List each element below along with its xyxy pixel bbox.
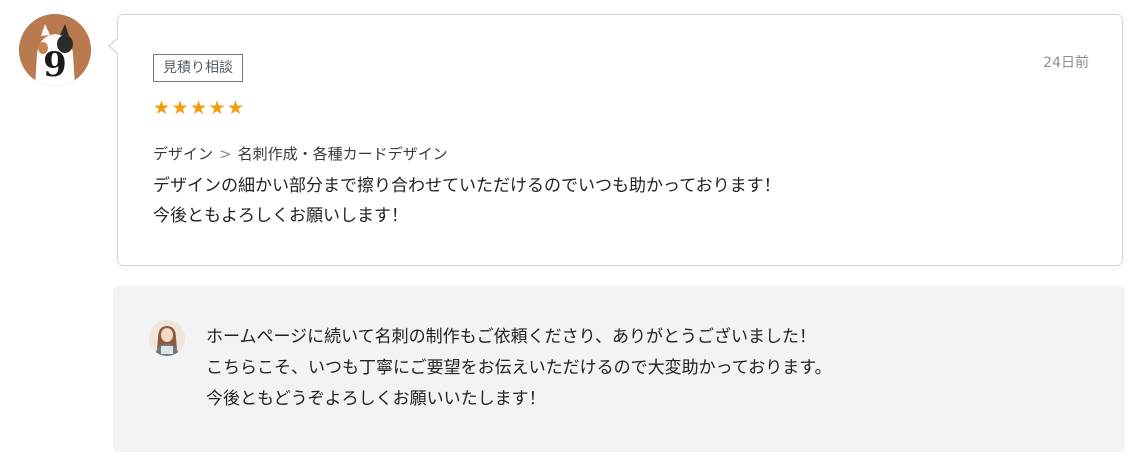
speech-arrow-fill	[110, 37, 120, 55]
review-comment: デザインの細かい部分まで擦り合わせていただけるのでいつも助かっております！ 今後…	[153, 171, 781, 231]
avatar-digit: 9	[43, 45, 67, 85]
star-icon: ★	[227, 97, 245, 119]
reviewer-avatar[interactable]: 9	[19, 14, 91, 86]
seller-reply-box: ホームページに続いて名刺の制作もご依頼くださり、ありがとうございました！ こちら…	[113, 286, 1125, 452]
star-rating: ★ ★ ★ ★ ★	[153, 97, 246, 119]
breadcrumb-separator: >	[219, 145, 232, 163]
review-comment-line: 今後ともよろしくお願いします！	[153, 206, 408, 226]
reply-line: ホームページに続いて名刺の制作もご依頼くださり、ありがとうございました！	[206, 327, 816, 347]
star-icon: ★	[171, 97, 189, 119]
star-icon: ★	[153, 97, 171, 119]
reply-line: こちらこそ、いつも丁寧にご要望をお伝えいただけるので大変助かっております。	[206, 358, 832, 378]
seller-avatar-icon	[149, 320, 185, 356]
star-icon: ★	[208, 97, 226, 119]
category-child[interactable]: 名刺作成・各種カードデザイン	[238, 145, 448, 163]
review-card: 見積り相談 24日前 ★ ★ ★ ★ ★ デザイン > 名刺作成・各種カードデザイン デザイ…	[108, 14, 1123, 266]
review-date: 24日前	[1043, 55, 1089, 71]
star-icon: ★	[190, 97, 208, 119]
category-breadcrumb: デザイン > 名刺作成・各種カードデザイン	[153, 143, 448, 164]
calico-cat-avatar-icon: 9	[19, 14, 91, 86]
request-type-tag: 見積り相談	[153, 54, 243, 82]
review-comment-line: デザインの細かい部分まで擦り合わせていただけるのでいつも助かっております！	[153, 176, 781, 196]
seller-avatar[interactable]	[149, 320, 185, 356]
category-parent[interactable]: デザイン	[153, 145, 213, 163]
reply-line: 今後ともどうぞよろしくお願いいたします！	[206, 389, 546, 409]
seller-reply-text: ホームページに続いて名刺の制作もご依頼くださり、ありがとうございました！ こちら…	[206, 322, 832, 415]
